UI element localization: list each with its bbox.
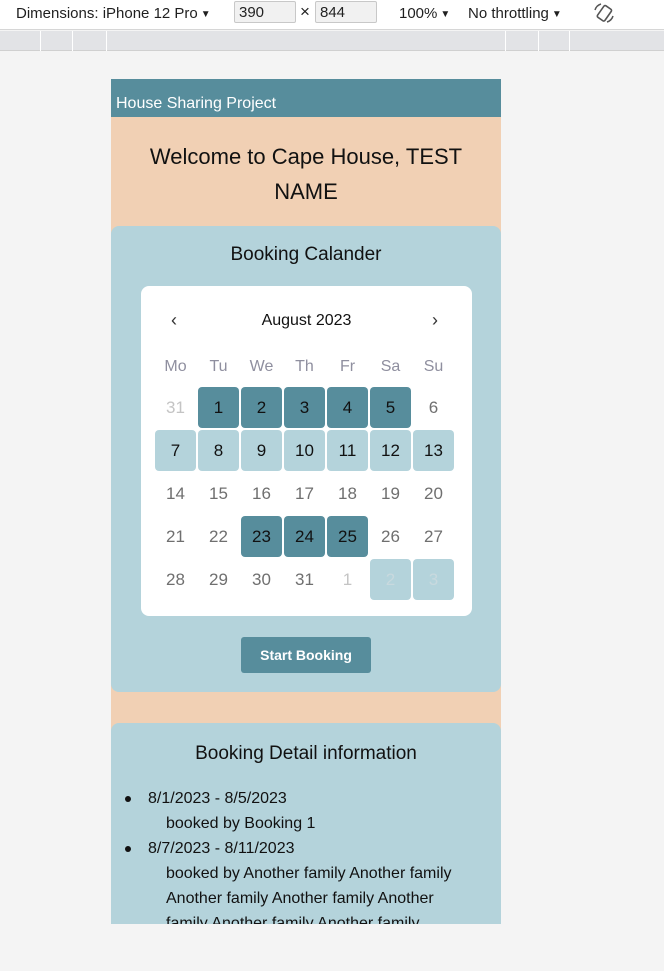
calendar-day[interactable]: 21 — [155, 516, 196, 557]
next-month-icon[interactable]: › — [432, 310, 438, 331]
weekday-label: Sa — [380, 358, 401, 375]
calendar-day[interactable]: 7 — [155, 430, 196, 471]
calendar-day[interactable]: 9 — [241, 430, 282, 471]
booking-detail-section: Booking Detail information 8/1/2023 - 8/… — [111, 723, 501, 924]
calendar-day[interactable]: 10 — [284, 430, 325, 471]
calendar-month-label: August 2023 — [261, 312, 352, 329]
calendar-day[interactable]: 3 — [413, 559, 454, 600]
calendar-day[interactable]: 31 — [155, 387, 196, 428]
calendar-day[interactable]: 27 — [413, 516, 454, 557]
weekday-label: Mo — [164, 358, 187, 375]
calendar-day[interactable]: 5 — [370, 387, 411, 428]
calendar-day[interactable]: 1 — [327, 559, 368, 600]
booking-date-range: 8/7/2023 - 8/11/2023 — [148, 840, 295, 857]
weekday-label: Th — [295, 358, 314, 375]
calendar-day[interactable]: 6 — [413, 387, 454, 428]
booking-owner-note: booked by Another family Another family … — [166, 865, 452, 924]
calendar-day[interactable]: 12 — [370, 430, 411, 471]
calendar-day[interactable]: 1 — [198, 387, 239, 428]
zoom-label: 100% — [399, 5, 438, 22]
calendar-day[interactable]: 16 — [241, 473, 282, 514]
ruler-tick — [538, 31, 539, 51]
throttling-dropdown[interactable]: No throttling ▼ — [468, 3, 562, 25]
start-booking-button[interactable]: Start Booking — [241, 637, 371, 673]
ruler-tick — [72, 31, 73, 51]
booking-list: 8/1/2023 - 8/5/2023 booked by Booking 1 8/… — [125, 786, 468, 924]
calendar-day[interactable]: 20 — [413, 473, 454, 514]
caret-down-icon: ▼ — [551, 9, 562, 20]
viewport-width-input[interactable] — [234, 1, 296, 23]
calendar-day[interactable]: 2 — [241, 387, 282, 428]
calendar-day[interactable]: 31 — [284, 559, 325, 600]
rotate-icon[interactable] — [592, 1, 616, 25]
calendar-day[interactable]: 18 — [327, 473, 368, 514]
calendar-day[interactable]: 29 — [198, 559, 239, 600]
calendar-day[interactable]: 8 — [198, 430, 239, 471]
media-query-ruler — [0, 31, 664, 51]
bullet-icon — [125, 846, 131, 852]
calendar-day[interactable]: 11 — [327, 430, 368, 471]
device-dimensions-dropdown[interactable]: Dimensions: iPhone 12 Pro ▼ — [16, 3, 211, 25]
calendar-day[interactable]: 15 — [198, 473, 239, 514]
phone-viewport: House Sharing Project Welcome to Cape Ho… — [111, 79, 501, 924]
bullet-icon — [125, 796, 131, 802]
calendar-day[interactable]: 30 — [241, 559, 282, 600]
detail-section-title: Booking Detail information — [195, 743, 417, 764]
devtools-toolbar: Dimensions: iPhone 12 Pro▼ × 100%▼ No th… — [0, 0, 664, 30]
device-dimensions-label: Dimensions: iPhone 12 Pro — [16, 5, 198, 22]
app-title[interactable]: House Sharing Project — [116, 95, 276, 112]
caret-down-icon: ▼ — [200, 9, 211, 20]
ruler-tick — [569, 31, 570, 51]
booking-date-range: 8/1/2023 - 8/5/2023 — [148, 790, 287, 807]
calendar-day[interactable]: 13 — [413, 430, 454, 471]
calendar-day[interactable]: 22 — [198, 516, 239, 557]
weekday-label: Tu — [209, 358, 228, 375]
calendar-day[interactable]: 3 — [284, 387, 325, 428]
ruler-tick — [106, 31, 107, 51]
calendar-day[interactable]: 28 — [155, 559, 196, 600]
weekday-label: Fr — [339, 358, 356, 375]
calendar-day[interactable]: 26 — [370, 516, 411, 557]
calendar-section-title: Booking Calander — [230, 244, 382, 265]
booking-owner-note: booked by Booking 1 — [166, 815, 316, 832]
times-symbol: × — [300, 2, 310, 21]
calendar-day[interactable]: 2 — [370, 559, 411, 600]
zoom-dropdown[interactable]: 100% ▼ — [399, 3, 450, 25]
calendar-day[interactable]: 4 — [327, 387, 368, 428]
ruler-tick — [40, 31, 41, 51]
app-header: House Sharing Project — [111, 79, 501, 117]
calendar-day[interactable]: 25 — [327, 516, 368, 557]
booking-list-item: 8/7/2023 - 8/11/2023 booked by Another fa… — [125, 836, 468, 924]
calendar-day[interactable]: 14 — [155, 473, 196, 514]
calendar-day[interactable]: 17 — [284, 473, 325, 514]
viewport-height-input[interactable] — [315, 1, 377, 23]
weekday-label: Su — [423, 358, 444, 375]
calendar: ‹ August 2023 › Mo Tu We Th Fr Sa Su 31 1 2 3 4 5 6 7 8… — [141, 286, 472, 616]
caret-down-icon: ▼ — [440, 9, 451, 20]
calendar-day[interactable]: 23 — [241, 516, 282, 557]
booking-calendar-section: Booking Calander ‹ August 2023 › Mo Tu We T… — [111, 226, 501, 692]
welcome-heading: Welcome to Cape House, TEST NAME — [149, 144, 463, 204]
weekday-label: We — [249, 358, 274, 375]
booking-list-item: 8/1/2023 - 8/5/2023 booked by Booking 1 — [125, 786, 468, 836]
ruler-tick — [505, 31, 506, 51]
throttling-label: No throttling — [468, 5, 549, 22]
calendar-day[interactable]: 19 — [370, 473, 411, 514]
calendar-day[interactable]: 24 — [284, 516, 325, 557]
